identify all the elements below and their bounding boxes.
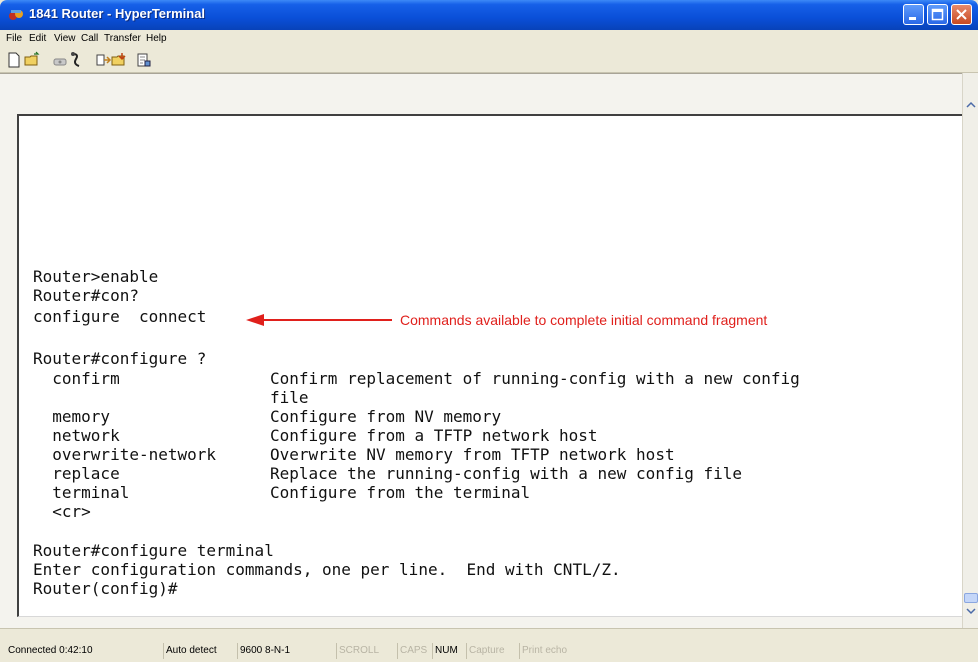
disconnect-icon[interactable] xyxy=(67,51,85,69)
hyperterminal-window: 1841 Router - HyperTerminal File Edit Vi… xyxy=(0,0,978,662)
new-document-icon[interactable] xyxy=(5,51,23,69)
minimize-icon xyxy=(909,17,916,20)
maximize-icon xyxy=(931,8,944,21)
terminal-line: Replace the running-config with a new co… xyxy=(270,464,743,483)
terminal-line: Router#configure terminal xyxy=(33,541,274,560)
menu-call[interactable]: Call xyxy=(81,33,98,44)
receive-icon[interactable] xyxy=(110,51,128,69)
status-print-echo: Print echo xyxy=(519,643,567,659)
title-bar[interactable]: 1841 Router - HyperTerminal xyxy=(0,0,978,30)
terminal-line: Router(config)# xyxy=(33,579,178,598)
terminal-line: Router#configure ? xyxy=(33,349,207,368)
menu-bar: File Edit View Call Transfer Help xyxy=(0,30,978,48)
open-folder-icon[interactable] xyxy=(23,51,41,69)
terminal-line: network xyxy=(33,426,120,445)
terminal-line: Configure from NV memory xyxy=(270,407,502,426)
minimize-button[interactable] xyxy=(903,4,924,25)
annotation-label: Commands available to complete initial c… xyxy=(400,312,768,328)
terminal-line: file xyxy=(270,388,309,407)
maximize-button[interactable] xyxy=(927,4,948,25)
menu-file[interactable]: File xyxy=(6,33,22,44)
status-detect: Auto detect xyxy=(163,643,217,659)
terminal-line: overwrite-network xyxy=(33,445,217,464)
terminal-line: replace xyxy=(33,464,120,483)
scroll-down-icon[interactable] xyxy=(963,603,978,619)
status-capture: Capture xyxy=(466,643,505,659)
window-title: 1841 Router - HyperTerminal xyxy=(29,6,206,21)
status-connected: Connected 0:42:10 xyxy=(8,645,93,656)
status-scroll: SCROLL xyxy=(336,643,379,659)
terminal-line: confirm xyxy=(33,369,120,388)
terminal-line: configure connect xyxy=(33,307,207,326)
menu-help[interactable]: Help xyxy=(146,33,167,44)
status-caps: CAPS xyxy=(397,643,427,659)
status-num: NUM xyxy=(432,643,458,659)
scroll-thumb[interactable] xyxy=(964,593,978,603)
close-button[interactable] xyxy=(951,4,972,25)
terminal-line: <cr> xyxy=(33,502,91,521)
scroll-up-icon[interactable] xyxy=(963,97,978,113)
terminal-line: Router>enable xyxy=(33,267,159,286)
toolbar xyxy=(0,48,978,73)
status-settings: 9600 8-N-1 xyxy=(237,643,290,659)
properties-icon[interactable] xyxy=(134,51,152,69)
terminal-line: Overwrite NV memory from TFTP network ho… xyxy=(270,445,675,464)
close-icon xyxy=(956,9,967,20)
menu-transfer[interactable]: Transfer xyxy=(104,33,141,44)
terminal-line: Enter configuration commands, one per li… xyxy=(33,560,621,579)
terminal-line: Confirm replacement of running-config wi… xyxy=(270,369,800,388)
menu-view[interactable]: View xyxy=(54,33,76,44)
status-bar: Connected 0:42:10 Auto detect 9600 8-N-1… xyxy=(0,628,978,662)
terminal-line: terminal xyxy=(33,483,130,502)
hyperterminal-app-icon xyxy=(9,10,23,20)
terminal-line: Configure from the terminal xyxy=(270,483,531,502)
terminal-line: Configure from a TFTP network host xyxy=(270,426,598,445)
menu-edit[interactable]: Edit xyxy=(29,33,46,44)
terminal-line: Router#con? xyxy=(33,286,139,305)
vertical-scrollbar[interactable] xyxy=(962,73,978,628)
terminal-line: memory xyxy=(33,407,111,426)
